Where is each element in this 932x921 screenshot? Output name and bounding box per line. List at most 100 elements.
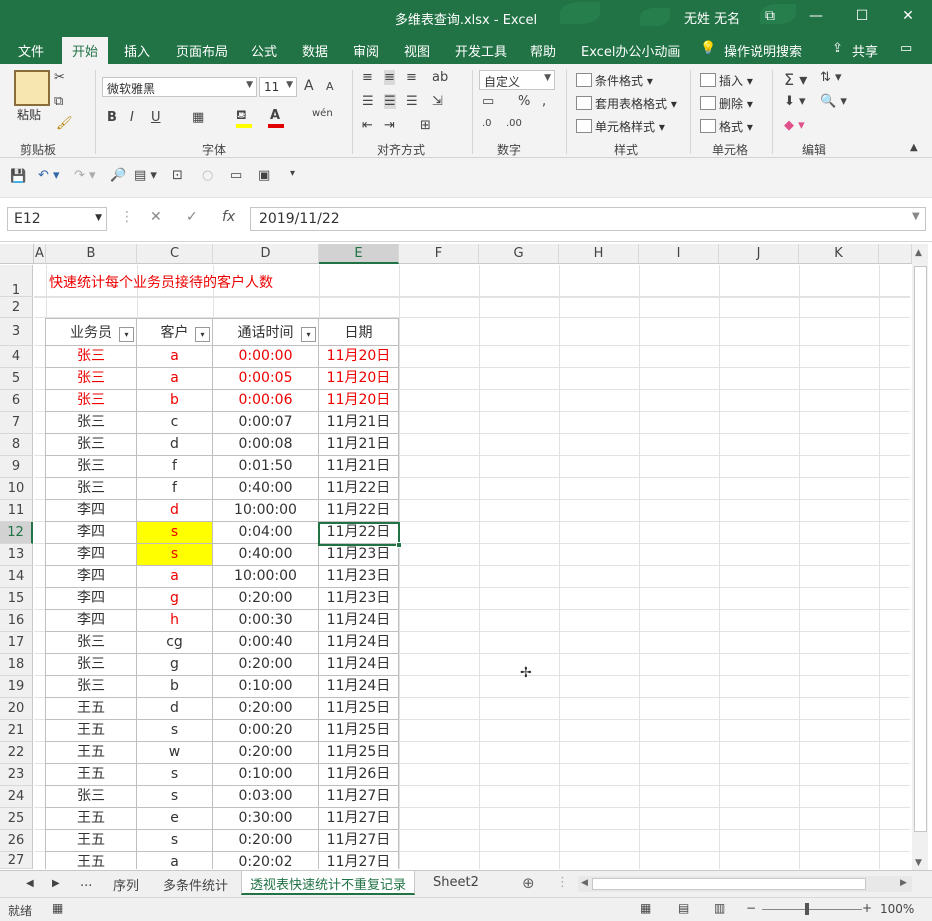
zoom-slider-thumb[interactable] — [805, 903, 809, 915]
currency-icon[interactable]: ▭ — [482, 94, 494, 109]
cell-salesperson[interactable]: 李四 — [45, 610, 137, 632]
cell-call-time[interactable]: 0:01:50 — [213, 456, 319, 478]
cell-salesperson[interactable]: 王五 — [45, 808, 137, 830]
insert-function-icon[interactable]: fx — [222, 209, 235, 225]
cell-date[interactable]: 11月23日 — [319, 566, 399, 588]
scroll-left-icon[interactable]: ◀ — [581, 878, 588, 888]
align-left-icon[interactable]: ☰ — [362, 94, 374, 109]
cell-client[interactable]: s — [137, 720, 213, 742]
cell-call-time[interactable]: 0:40:00 — [213, 544, 319, 566]
horizontal-scroll-thumb[interactable] — [592, 878, 866, 890]
close-button[interactable]: ✕ — [896, 6, 920, 26]
cell-salesperson[interactable]: 张三 — [45, 456, 137, 478]
tab-excel-animation[interactable]: Excel办公小动画 — [581, 41, 680, 60]
add-sheet-icon[interactable]: ⊕ — [522, 874, 535, 892]
pivot-icon[interactable]: ⊡ — [172, 168, 183, 183]
align-right-icon[interactable]: ☰ — [406, 94, 418, 109]
cell-salesperson[interactable]: 王五 — [45, 830, 137, 852]
cell-date[interactable]: 11月22日 — [319, 522, 399, 544]
share-button[interactable]: 共享 — [852, 41, 878, 60]
camera-icon[interactable]: ▣ — [258, 168, 270, 183]
format-cells-button[interactable]: 格式 ▾ — [700, 118, 753, 135]
row-header-8[interactable]: 8 — [0, 434, 33, 456]
zoom-slider-track[interactable] — [762, 909, 862, 910]
align-center-icon[interactable]: ☰ — [384, 94, 396, 109]
cell-date[interactable]: 11月24日 — [319, 676, 399, 698]
col-header-a[interactable]: A — [34, 244, 46, 264]
cell-date[interactable]: 11月22日 — [319, 500, 399, 522]
tab-review[interactable]: 审阅 — [353, 41, 379, 60]
cell-client[interactable]: b — [137, 676, 213, 698]
cell-call-time[interactable]: 10:00:00 — [213, 566, 319, 588]
sheet-tab-sheet2[interactable]: Sheet2 — [433, 875, 479, 890]
cell-call-time[interactable]: 0:00:40 — [213, 632, 319, 654]
col-header-h[interactable]: H — [559, 244, 639, 264]
cell-client[interactable]: s — [137, 764, 213, 786]
cell-salesperson[interactable]: 张三 — [45, 478, 137, 500]
cell-client[interactable]: s — [137, 522, 213, 544]
row-header-4[interactable]: 4 — [0, 346, 33, 368]
tab-developer[interactable]: 开发工具 — [455, 41, 507, 60]
sheet-tab-more[interactable]: ... — [80, 875, 92, 890]
cell-call-time[interactable]: 0:00:06 — [213, 390, 319, 412]
row-header-6[interactable]: 6 — [0, 390, 33, 412]
tab-insert[interactable]: 插入 — [124, 41, 150, 60]
borders-icon[interactable]: ▦ — [192, 110, 204, 125]
row-header-18[interactable]: 18 — [0, 654, 33, 676]
tab-file[interactable]: 文件 — [18, 41, 44, 60]
form-icon[interactable]: ▤ ▾ — [134, 168, 157, 183]
cell-salesperson[interactable]: 张三 — [45, 346, 137, 368]
cell-date[interactable]: 11月20日 — [319, 368, 399, 390]
cell-salesperson[interactable]: 李四 — [45, 544, 137, 566]
cell-client[interactable]: d — [137, 434, 213, 456]
cell-call-time[interactable]: 0:03:00 — [213, 786, 319, 808]
cell-date[interactable]: 11月21日 — [319, 456, 399, 478]
vertical-scroll-thumb[interactable] — [914, 266, 927, 832]
cell-call-time[interactable]: 0:10:00 — [213, 764, 319, 786]
wrap-text-icon[interactable]: ⇲ — [432, 94, 443, 109]
cell-salesperson[interactable]: 张三 — [45, 434, 137, 456]
fill-icon[interactable]: ⬇ ▾ — [784, 94, 806, 109]
cell-salesperson[interactable]: 李四 — [45, 522, 137, 544]
decrease-indent-icon[interactable]: ⇤ — [362, 118, 373, 133]
row-header-10[interactable]: 10 — [0, 478, 33, 500]
page-break-view-icon[interactable]: ▥ — [714, 901, 725, 915]
cell-salesperson[interactable]: 王五 — [45, 698, 137, 720]
increase-decimal-icon[interactable]: .0 — [482, 118, 492, 129]
undo-icon[interactable]: ↶ ▾ — [38, 168, 60, 183]
paste-button[interactable]: 粘贴 — [17, 106, 41, 123]
cell-salesperson[interactable]: 张三 — [45, 676, 137, 698]
cell-client[interactable]: w — [137, 742, 213, 764]
cell-call-time[interactable]: 10:00:00 — [213, 500, 319, 522]
sheet-tab-sequence[interactable]: 序列 — [113, 875, 139, 894]
clear-icon[interactable]: ◆ ▾ — [784, 118, 805, 133]
align-middle-icon[interactable]: ≡ — [384, 70, 395, 85]
row-header-16[interactable]: 16 — [0, 610, 33, 632]
col-header-c[interactable]: C — [137, 244, 213, 264]
cell-client[interactable]: d — [137, 698, 213, 720]
cell-salesperson[interactable]: 张三 — [45, 632, 137, 654]
delete-cells-button[interactable]: 删除 ▾ — [700, 95, 753, 112]
enter-icon[interactable]: ✓ — [186, 209, 198, 225]
row-header-22[interactable]: 22 — [0, 742, 33, 764]
find-select-icon[interactable]: 🔍 ▾ — [820, 94, 847, 109]
cell-call-time[interactable]: 0:40:00 — [213, 478, 319, 500]
percent-icon[interactable]: % — [518, 94, 530, 109]
row-header-7[interactable]: 7 — [0, 412, 33, 434]
cell-salesperson[interactable]: 张三 — [45, 390, 137, 412]
row-header-12[interactable]: 12 — [0, 522, 33, 544]
cell-date[interactable]: 11月21日 — [319, 434, 399, 456]
col-header-j[interactable]: J — [719, 244, 799, 264]
ribbon-display-icon[interactable]: ⧉ — [758, 6, 782, 26]
formula-input[interactable]: 2019/11/22 — [250, 207, 926, 231]
tab-data[interactable]: 数据 — [302, 41, 328, 60]
cell-date[interactable]: 11月27日 — [319, 830, 399, 852]
scroll-up-icon[interactable]: ▲ — [915, 248, 922, 258]
cell-call-time[interactable]: 0:00:20 — [213, 720, 319, 742]
paste-icon[interactable] — [14, 70, 50, 106]
col-header-l[interactable] — [879, 244, 912, 264]
maximize-button[interactable]: ☐ — [850, 6, 874, 26]
worksheet-grid[interactable]: 快速统计每个业务员接待的客户人数 业务员 ▾ 客户 ▾ 通话时间 ▾ 日期 张三 a 0:… — [34, 265, 910, 869]
filter-dropdown-icon[interactable]: ▾ — [195, 327, 210, 342]
cell-client[interactable]: f — [137, 478, 213, 500]
